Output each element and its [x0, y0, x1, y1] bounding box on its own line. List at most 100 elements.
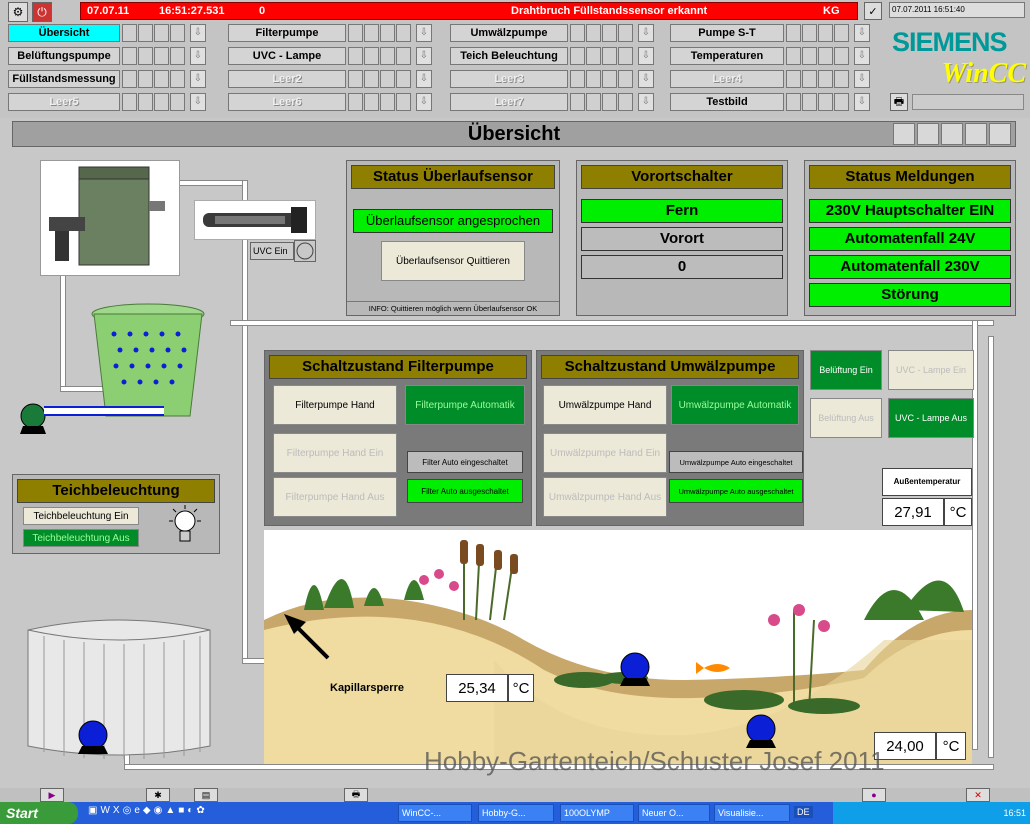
user-icon[interactable]: ● [862, 788, 886, 802]
nav-arrow-icon[interactable]: ⇩ [190, 24, 206, 42]
nav-arrow-icon[interactable]: ⇩ [416, 24, 432, 42]
app-icon[interactable]: ▲ [165, 805, 175, 816]
circulation-hand-on-button[interactable]: Umwälzpumpe Hand Ein [543, 433, 667, 473]
task-visualisierung[interactable]: Visualisie... [714, 804, 790, 822]
nav-button-leer3[interactable]: Leer3 [450, 70, 568, 88]
explorer-icon[interactable]: ▣ [88, 805, 97, 816]
filter-auto-button[interactable]: Filterpumpe Automatik [405, 385, 525, 425]
logoff-icon[interactable]: ⏻ [32, 2, 52, 22]
excel-icon[interactable]: X [113, 805, 120, 816]
nav-status-cell [802, 93, 817, 111]
task-folder[interactable]: 100OLYMP [560, 804, 634, 822]
start-button[interactable]: Start [0, 802, 78, 824]
nav-status-cell [122, 93, 137, 111]
brand-logo: SIEMENS WinCC [892, 27, 1026, 89]
firefox-icon[interactable]: ◉ [154, 805, 163, 816]
circulation-hand-button[interactable]: Umwälzpumpe Hand [543, 385, 667, 425]
nav-arrow-icon[interactable]: ⇩ [854, 93, 870, 111]
pond-light-on-button[interactable]: Teichbeleuchtung Ein [23, 507, 139, 525]
nav-arrow-icon[interactable]: ⇩ [638, 47, 654, 65]
capillary-barrier-label: Kapillarsperre [330, 682, 404, 694]
task-wincc[interactable]: WinCC-... [398, 804, 472, 822]
nav-arrow-icon[interactable]: ⇩ [190, 47, 206, 65]
app-icon[interactable]: ◆ [143, 805, 151, 816]
pond-light-off-button[interactable]: Teichbeleuchtung Aus [23, 529, 139, 547]
nav-arrow-icon[interactable]: ⇩ [854, 24, 870, 42]
nav-button-testbild[interactable]: Testbild [670, 93, 784, 111]
ie-icon[interactable]: e [134, 805, 140, 816]
report-icon[interactable]: ▤ [194, 788, 218, 802]
nav-status-cell [802, 24, 817, 42]
nav-status-cell [602, 47, 617, 65]
nav-button-bel-ftungspumpe[interactable]: Belüftungspumpe [8, 47, 120, 65]
aeration-on-button[interactable]: Belüftung Ein [810, 350, 882, 390]
nav-button-leer2[interactable]: Leer2 [228, 70, 346, 88]
overflow-ack-button[interactable]: Überlaufsensor Quittieren [381, 241, 525, 281]
filter-hand-off-button[interactable]: Filterpumpe Hand Aus [273, 477, 397, 517]
task-hobby[interactable]: Hobby-G... [478, 804, 554, 822]
nav-button-leer4[interactable]: Leer4 [670, 70, 784, 88]
title-button-2[interactable] [917, 123, 939, 145]
nav-status-cell [122, 24, 137, 42]
nav-button-f-llstandsmessung[interactable]: Füllstandsmessung [8, 70, 120, 88]
nav-arrow-icon[interactable]: ⇩ [190, 70, 206, 88]
nav-arrow-icon[interactable]: ⇩ [190, 93, 206, 111]
circulation-auto-button[interactable]: Umwälzpumpe Automatik [671, 385, 799, 425]
title-button-3[interactable] [941, 123, 963, 145]
exit-icon[interactable]: ✕ [966, 788, 990, 802]
uvc-off-button[interactable]: UVC - Lampe Aus [888, 398, 974, 438]
nav-button-temperaturen[interactable]: Temperaturen [670, 47, 784, 65]
nav-arrow-icon[interactable]: ⇩ [854, 47, 870, 65]
nav-status-cell [586, 93, 601, 111]
app-icon[interactable]: ◎ [123, 805, 132, 816]
nav-button-teich-beleuchtung[interactable]: Teich Beleuchtung [450, 47, 568, 65]
filter-hand-on-button[interactable]: Filterpumpe Hand Ein [273, 433, 397, 473]
nav-arrow-icon[interactable]: ⇩ [416, 70, 432, 88]
play-icon[interactable]: ▶ [40, 788, 64, 802]
nav-arrow-icon[interactable]: ⇩ [416, 93, 432, 111]
nav-status-cell [348, 47, 363, 65]
circulation-pump[interactable] [618, 652, 652, 686]
task-new[interactable]: Neuer O... [638, 804, 710, 822]
title-button-5[interactable] [989, 123, 1011, 145]
filter-pump[interactable] [744, 714, 778, 748]
nav-status-cell [348, 70, 363, 88]
language-indicator[interactable]: DE [794, 806, 813, 818]
nav-button-filterpumpe[interactable]: Filterpumpe [228, 24, 346, 42]
nav-button-pumpe-s-t[interactable]: Pumpe S-T [670, 24, 784, 42]
nav-button-umw-lzpumpe[interactable]: Umwälzpumpe [450, 24, 568, 42]
filter-pump-panel: Schaltzustand Filterpumpe Filterpumpe Ha… [264, 350, 532, 526]
circulation-hand-off-button[interactable]: Umwälzpumpe Hand Aus [543, 477, 667, 517]
nav-arrow-icon[interactable]: ⇩ [638, 24, 654, 42]
alarm-ack-icon[interactable]: ✓ [864, 2, 882, 20]
nav-arrow-icon[interactable]: ⇩ [638, 93, 654, 111]
siemens-logo: SIEMENS [892, 27, 1008, 57]
pump-icon [746, 714, 776, 748]
print-icon[interactable]: 🖶 [890, 93, 908, 111]
nav-status-cell [570, 47, 585, 65]
title-button-1[interactable] [893, 123, 915, 145]
nav-button-leer5[interactable]: Leer5 [8, 93, 120, 111]
word-icon[interactable]: W [100, 805, 109, 816]
clock[interactable]: 16:51 [1003, 808, 1026, 818]
app-icon[interactable]: ◐ [187, 805, 193, 816]
nav-arrow-icon[interactable]: ⇩ [638, 70, 654, 88]
app-icon[interactable]: ■ [178, 805, 184, 816]
nav-button-uvc-lampe[interactable]: UVC - Lampe [228, 47, 346, 65]
tank-pump[interactable] [76, 720, 110, 754]
nav-arrow-icon[interactable]: ⇩ [416, 47, 432, 65]
nav-button-leer6[interactable]: Leer6 [228, 93, 346, 111]
tool-icon[interactable]: ✱ [146, 788, 170, 802]
app-icon[interactable]: ✿ [196, 805, 204, 816]
print-icon[interactable]: 🖶 [344, 788, 368, 802]
title-button-4[interactable] [965, 123, 987, 145]
nav-button-leer7[interactable]: Leer7 [450, 93, 568, 111]
nav-arrow-icon[interactable]: ⇩ [854, 70, 870, 88]
aeration-off-button[interactable]: Belüftung Aus [810, 398, 882, 438]
nav-button--bersicht[interactable]: Übersicht [8, 24, 120, 42]
wincc-tool-icon[interactable]: ⚙ [8, 2, 28, 22]
local-switch-panel: Vorortschalter Fern Vorort 0 [576, 160, 788, 316]
filter-hand-button[interactable]: Filterpumpe Hand [273, 385, 397, 425]
uvc-on-button[interactable]: UVC - Lampe Ein [888, 350, 974, 390]
alarm-line[interactable]: 07.07.11 16:51:27.531 0 Drahtbruch Fülls… [80, 2, 858, 20]
